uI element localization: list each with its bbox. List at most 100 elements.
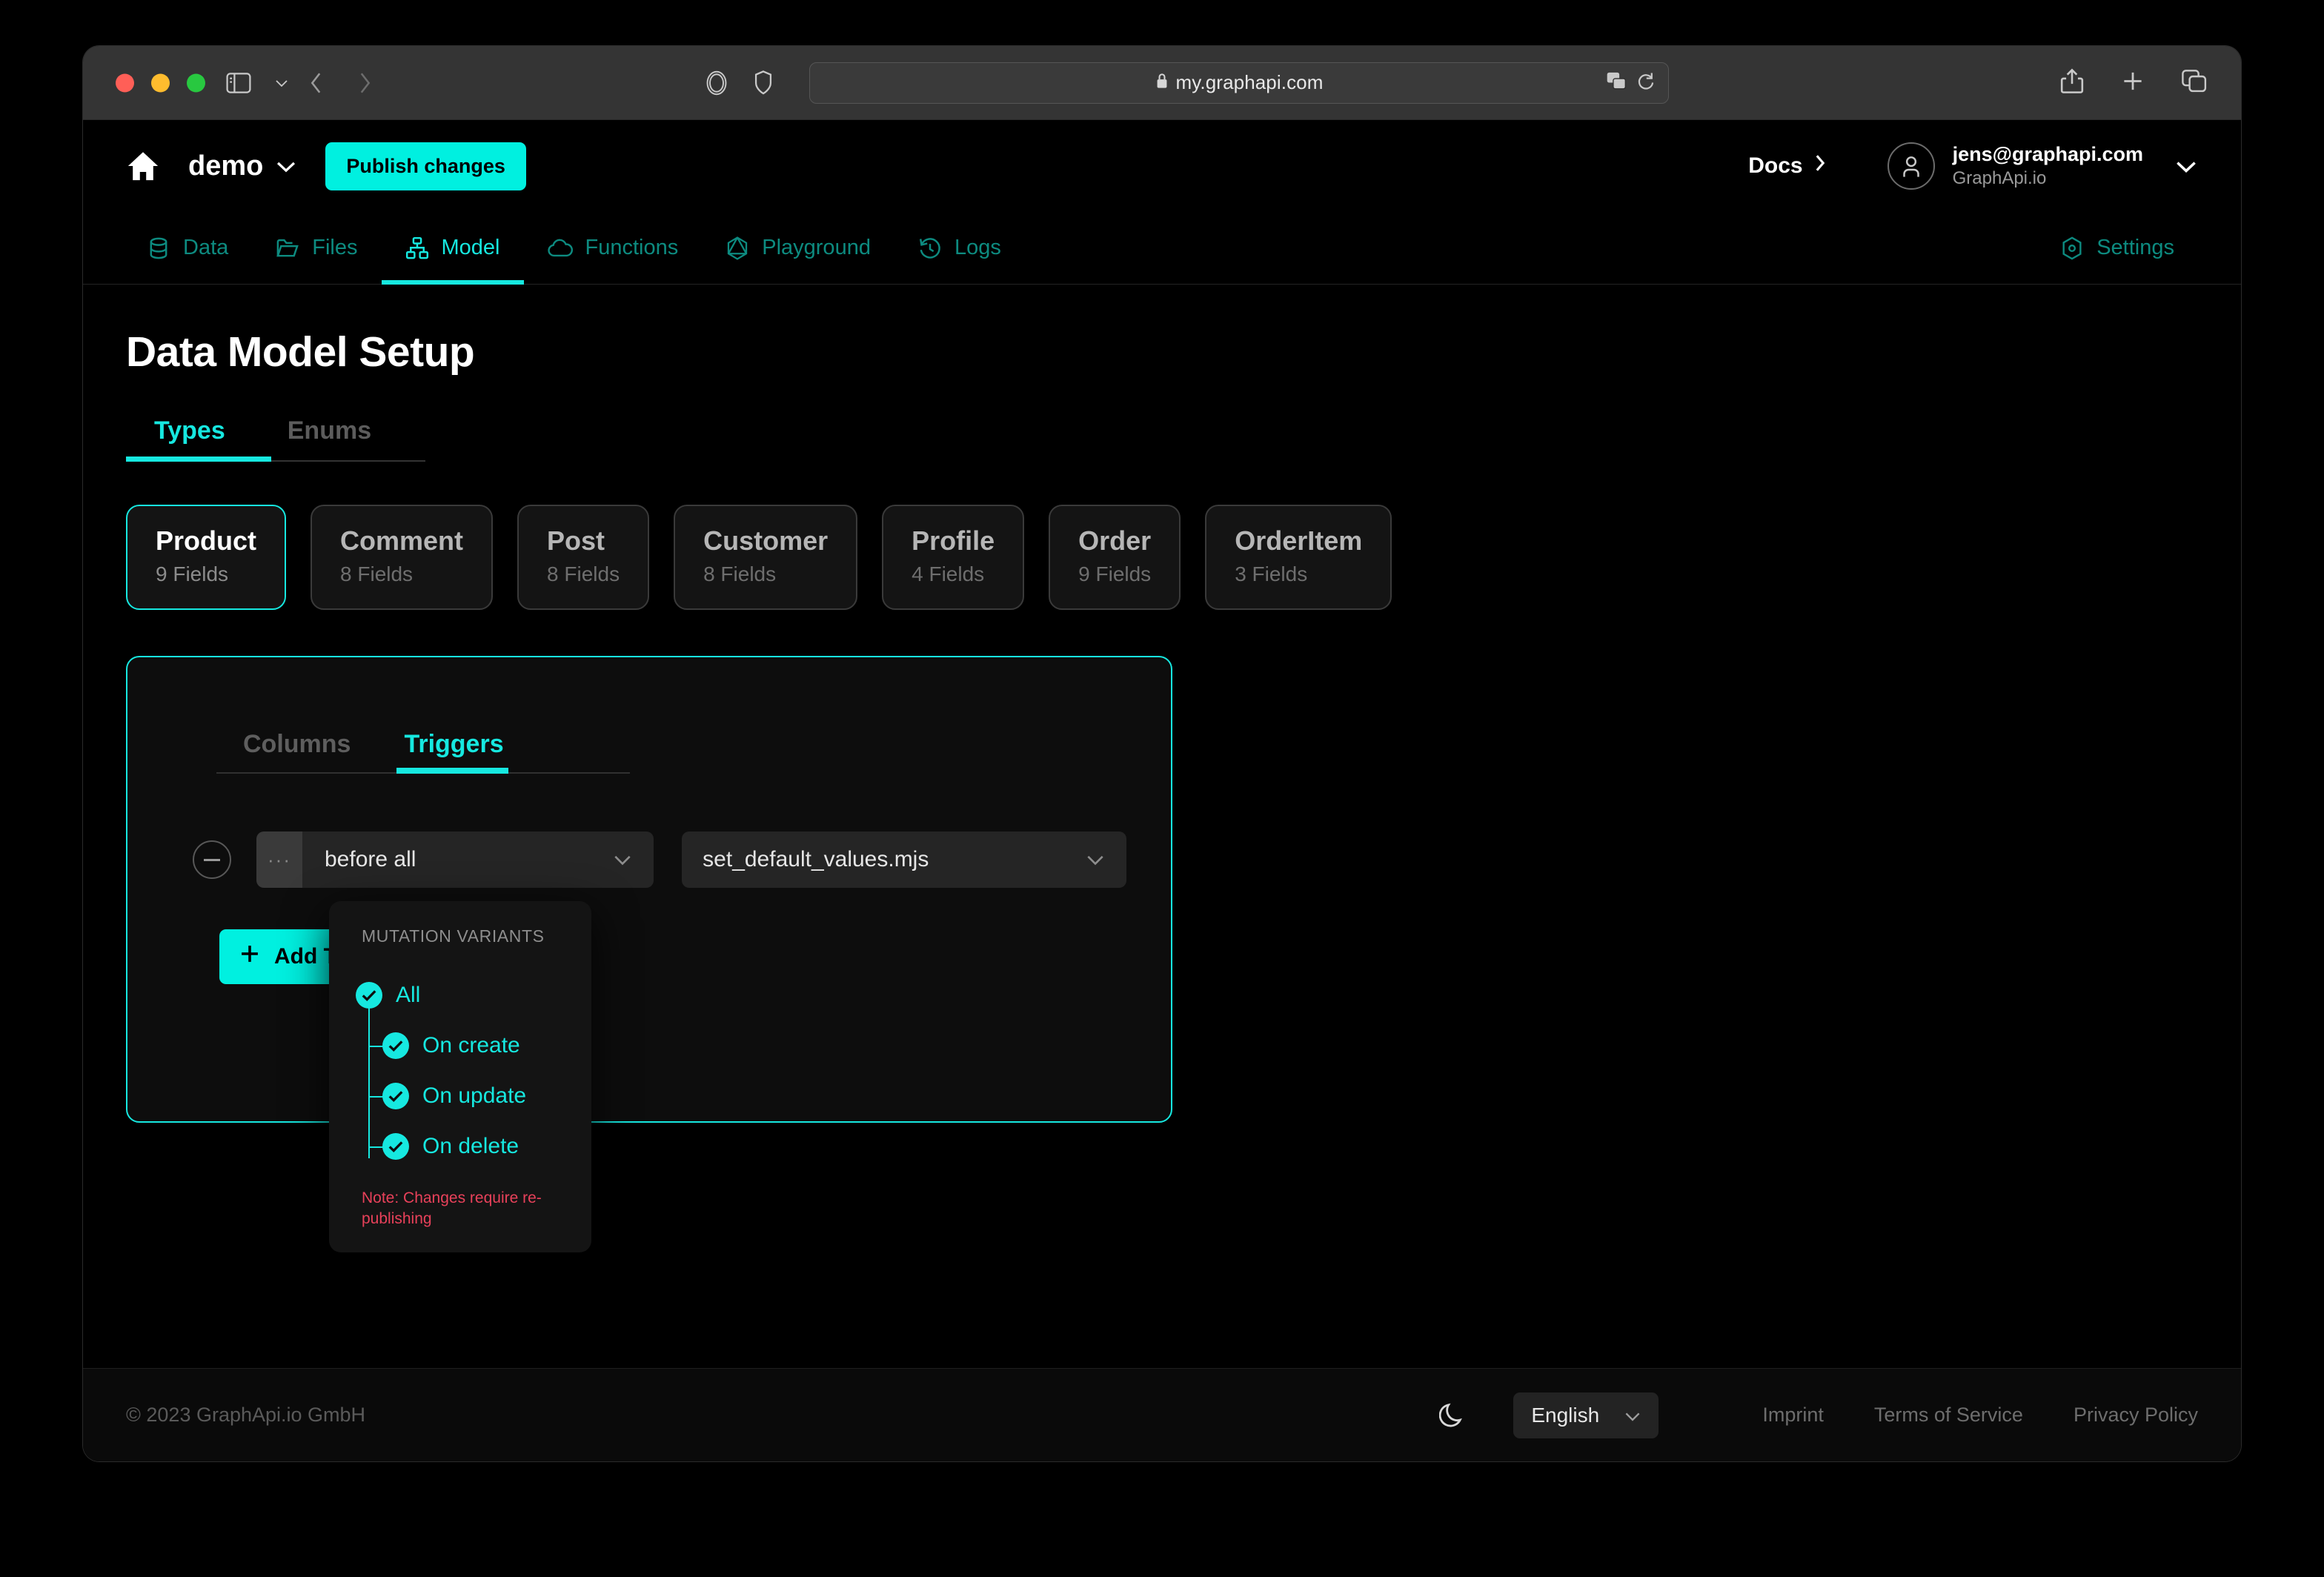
type-card-customer[interactable]: Customer 8 Fields (674, 505, 858, 610)
check-circle-icon (382, 1083, 409, 1109)
main-content: Data Model Setup Types Enums Product 9 F… (83, 285, 2241, 1252)
tree-connector-vertical (368, 1006, 370, 1158)
variant-all[interactable]: All (356, 970, 591, 1020)
maximize-window-button[interactable] (187, 73, 205, 92)
app-header-right: Docs jens@graphapi.com GraphApi.io (1748, 142, 2198, 190)
variant-tree: All On create On update On delete (329, 970, 591, 1172)
project-name: demo (188, 150, 264, 182)
type-card-profile[interactable]: Profile 4 Fields (882, 505, 1025, 610)
nav-item-label: Settings (2096, 236, 2174, 259)
popover-note: Note: Changes require re-publishing (362, 1189, 542, 1228)
trigger-when-select[interactable]: ··· before all (256, 831, 654, 888)
home-icon[interactable] (126, 149, 160, 183)
tab-types[interactable]: Types (126, 409, 271, 462)
plus-icon (239, 943, 261, 971)
graphql-icon (726, 236, 749, 261)
remove-trigger-button[interactable] (193, 840, 231, 879)
detail-panel-tabs: Columns Triggers (216, 726, 1126, 774)
nav-item-functions[interactable]: Functions (524, 212, 703, 284)
nav-item-data[interactable]: Data (126, 212, 252, 284)
browser-window: my.graphapi.com demo Publish changes Doc… (83, 46, 2241, 1461)
reload-icon[interactable] (1637, 71, 1655, 94)
docs-link[interactable]: Docs (1748, 153, 1826, 179)
app-footer: © 2023 GraphApi.io GmbH English Imprint (83, 1368, 2241, 1461)
avatar[interactable] (1887, 142, 1935, 190)
privacy-shield-icon[interactable] (754, 70, 773, 96)
popover-title: MUTATION VARIANTS (362, 926, 545, 946)
type-card-field-count: 4 Fields (912, 562, 985, 585)
browser-forward-button[interactable] (356, 70, 374, 96)
variant-label: On delete (422, 1134, 519, 1158)
type-card-name: Comment (340, 525, 464, 556)
new-tab-icon[interactable] (2121, 69, 2145, 96)
variant-on-create[interactable]: On create (356, 1020, 591, 1071)
moon-icon[interactable] (1439, 1401, 1466, 1430)
tab-triggers[interactable]: Triggers (377, 726, 530, 774)
type-card-name: Order (1078, 525, 1152, 556)
chevron-down-icon (1085, 847, 1106, 872)
language-value: English (1531, 1403, 1600, 1427)
footer-link-imprint[interactable]: Imprint (1762, 1404, 1824, 1427)
footer-link-terms[interactable]: Terms of Service (1874, 1404, 2023, 1427)
type-card-product[interactable]: Product 9 Fields (126, 505, 287, 610)
publish-changes-button[interactable]: Publish changes (325, 142, 526, 190)
type-card-order[interactable]: Order 9 Fields (1049, 505, 1181, 610)
nav-item-playground[interactable]: Playground (702, 212, 894, 284)
user-info[interactable]: jens@graphapi.com GraphApi.io (1953, 142, 2143, 190)
close-window-button[interactable] (116, 73, 134, 92)
project-switcher-chevron-down-icon[interactable] (275, 159, 297, 173)
lock-icon (1155, 72, 1169, 93)
user-menu-chevron-down-icon[interactable] (2174, 158, 2198, 174)
chevron-down-icon (1623, 1404, 1642, 1427)
type-card-field-count: 8 Fields (703, 562, 777, 585)
page-subtabs: Types Enums (126, 409, 2198, 462)
footer-link-privacy[interactable]: Privacy Policy (2074, 1404, 2198, 1427)
variant-on-delete[interactable]: On delete (356, 1121, 591, 1172)
gear-hexagon-icon (2060, 236, 2084, 261)
translate-icon[interactable] (1606, 71, 1627, 94)
type-card-name: Profile (912, 525, 995, 556)
tab-overview-icon[interactable] (2182, 69, 2207, 96)
type-card-field-count: 8 Fields (340, 562, 414, 585)
share-icon[interactable] (2060, 67, 2084, 98)
nav-item-files[interactable]: Files (252, 212, 381, 284)
nav-item-label: Logs (954, 236, 1001, 259)
tab-enums[interactable]: Enums (259, 409, 405, 462)
drag-handle-icon[interactable]: ··· (256, 831, 302, 888)
variant-label: On create (422, 1033, 520, 1058)
type-card-comment[interactable]: Comment 8 Fields (311, 505, 494, 610)
nav-item-settings[interactable]: Settings (2036, 212, 2198, 284)
nav-item-label: Files (312, 236, 358, 259)
globe-icon[interactable] (704, 70, 729, 96)
nav-item-model[interactable]: Model (381, 212, 524, 285)
variant-on-update[interactable]: On update (356, 1071, 591, 1121)
tab-columns[interactable]: Columns (216, 726, 377, 774)
trigger-row: ··· before all set_default_values.mjs (172, 831, 1126, 888)
url-bar[interactable]: my.graphapi.com (809, 62, 1669, 104)
user-organization: GraphApi.io (1952, 167, 2047, 188)
browser-back-button[interactable] (308, 70, 325, 96)
type-card-post[interactable]: Post 8 Fields (517, 505, 650, 610)
check-circle-icon (382, 1032, 409, 1059)
url-bar-actions (1606, 71, 1655, 94)
sidebar-toggle-icon[interactable] (226, 72, 251, 93)
app-header: demo Publish changes Docs jens@graphapi.… (83, 120, 2241, 212)
chevron-down-icon[interactable] (274, 78, 289, 88)
trigger-function-select[interactable]: set_default_values.mjs (682, 831, 1126, 888)
variant-label: On update (422, 1083, 527, 1108)
nav-item-label: Functions (585, 236, 679, 259)
nav-item-label: Data (183, 236, 229, 259)
history-icon (918, 236, 942, 260)
check-circle-icon (356, 982, 382, 1009)
type-card-field-count: 3 Fields (1235, 562, 1308, 585)
minimize-window-button[interactable] (151, 73, 170, 92)
type-card-name: Product (156, 525, 257, 556)
app-viewport: demo Publish changes Docs jens@graphapi.… (83, 120, 2241, 1461)
nav-item-logs[interactable]: Logs (894, 212, 1025, 284)
language-select[interactable]: English (1513, 1392, 1659, 1438)
cloud-icon (547, 237, 573, 259)
chevron-down-icon (612, 847, 633, 872)
copyright: © 2023 GraphApi.io GmbH (126, 1404, 366, 1426)
user-email: jens@graphapi.com (1952, 143, 2143, 166)
type-card-orderitem[interactable]: OrderItem 3 Fields (1205, 505, 1392, 610)
